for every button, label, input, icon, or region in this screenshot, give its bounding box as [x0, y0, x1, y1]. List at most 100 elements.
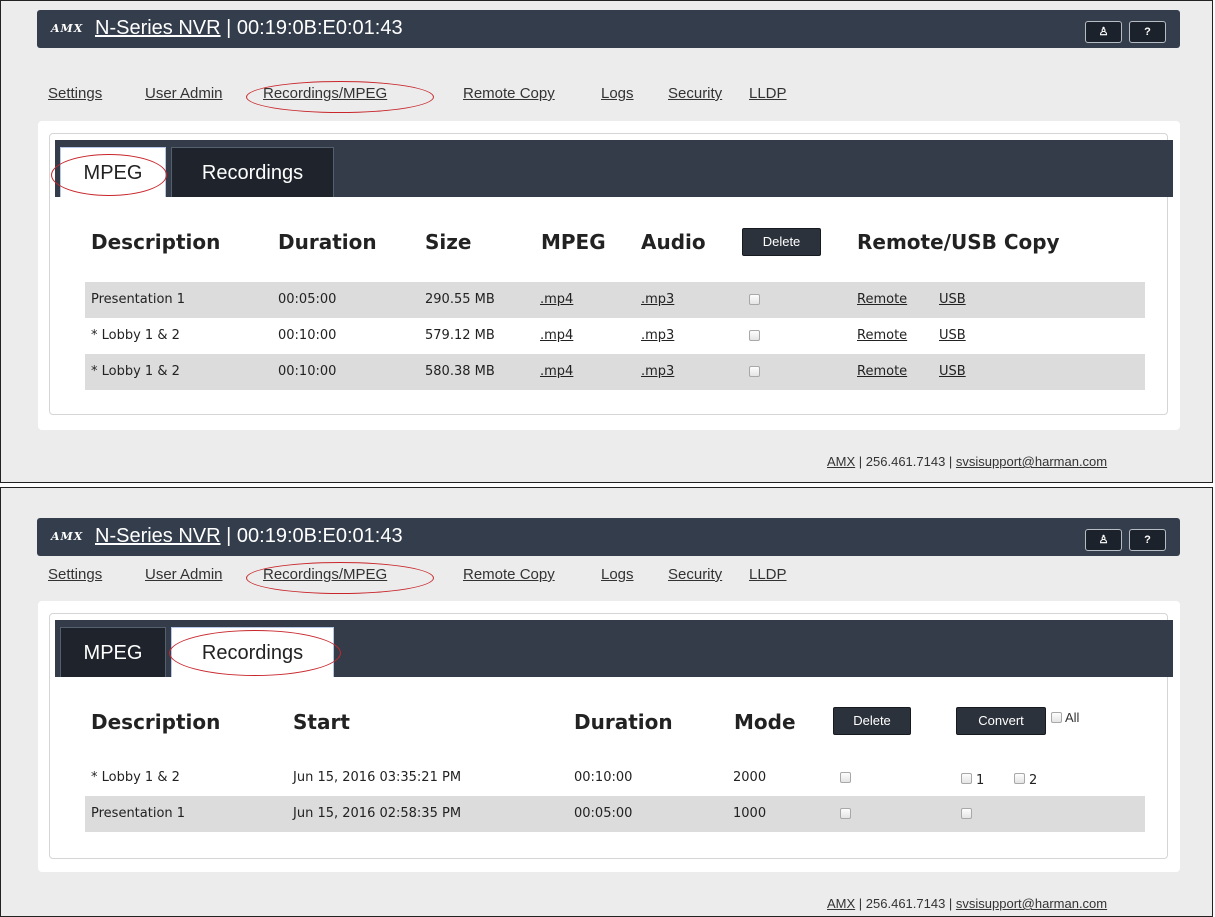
convert-checkbox[interactable] — [961, 808, 972, 819]
column-duration: Duration — [574, 710, 673, 734]
column-mpeg: MPEG — [541, 230, 606, 254]
select-all-checkbox[interactable] — [1051, 712, 1062, 723]
cell-duration: 00:10:00 — [278, 364, 337, 379]
remote-copy-link[interactable]: Remote — [857, 328, 907, 343]
remote-copy-link[interactable]: Remote — [857, 292, 907, 307]
device-name-link[interactable]: N-Series NVR — [95, 17, 221, 39]
column-start: Start — [293, 710, 350, 734]
device-name-link[interactable]: N-Series NVR — [95, 525, 221, 547]
amx-logo: AMX — [51, 530, 84, 543]
title-separator: | — [220, 525, 237, 547]
table-row: Presentation 1 Jun 15, 2016 02:58:35 PM … — [85, 796, 1145, 832]
footer-separator: | — [855, 896, 866, 911]
usb-copy-link[interactable]: USB — [939, 328, 966, 343]
nav-security[interactable]: Security — [668, 566, 722, 583]
nav-settings[interactable]: Settings — [48, 566, 102, 583]
user-button[interactable]: ♙ — [1085, 21, 1122, 43]
nav-logs[interactable]: Logs — [601, 85, 634, 102]
help-button[interactable]: ? — [1129, 529, 1166, 551]
delete-checkbox[interactable] — [840, 808, 851, 819]
help-button[interactable]: ? — [1129, 21, 1166, 43]
cell-description: Presentation 1 — [91, 806, 186, 821]
column-remote-usb-copy: Remote/USB Copy — [857, 230, 1060, 254]
footer: AMX | 256.461.7143 | svsisupport@harman.… — [827, 454, 1107, 469]
table-row: * Lobby 1 & 2 00:10:00 579.12 MB .mp4 .m… — [85, 318, 1145, 354]
column-duration: Duration — [278, 230, 377, 254]
mp3-link[interactable]: .mp3 — [641, 328, 674, 343]
delete-checkbox[interactable] — [749, 366, 760, 377]
delete-checkbox[interactable] — [749, 294, 760, 305]
footer-separator: | — [945, 896, 956, 911]
nav-lldp[interactable]: LLDP — [749, 566, 787, 583]
column-audio: Audio — [641, 230, 706, 254]
footer-amx-link[interactable]: AMX — [827, 896, 855, 911]
cell-size: 579.12 MB — [425, 328, 495, 343]
cell-description: * Lobby 1 & 2 — [91, 364, 180, 379]
page-title: N-Series NVR | 00:19:0B:E0:01:43 — [95, 525, 403, 548]
remote-copy-link[interactable]: Remote — [857, 364, 907, 379]
footer-phone: 256.461.7143 — [865, 896, 946, 911]
nav-remote-copy[interactable]: Remote Copy — [463, 85, 555, 102]
delete-checkbox[interactable] — [749, 330, 760, 341]
convert-button[interactable]: Convert — [956, 707, 1046, 735]
cell-start: Jun 15, 2016 03:35:21 PM — [293, 770, 462, 785]
mp3-link[interactable]: .mp3 — [641, 364, 674, 379]
title-separator: | — [220, 17, 237, 39]
nav-lldp[interactable]: LLDP — [749, 85, 787, 102]
tab-mpeg[interactable]: MPEG — [60, 147, 166, 197]
mp4-link[interactable]: .mp4 — [540, 364, 573, 379]
footer-separator: | — [855, 454, 866, 469]
user-button[interactable]: ♙ — [1085, 529, 1122, 551]
tab-bar: MPEG Recordings — [55, 620, 1173, 677]
mp4-link[interactable]: .mp4 — [540, 328, 573, 343]
device-id: 00:19:0B:E0:01:43 — [236, 525, 403, 547]
nav-logs[interactable]: Logs — [601, 566, 634, 583]
tab-recordings[interactable]: Recordings — [171, 627, 334, 677]
help-icon: ? — [1144, 534, 1151, 546]
stream-1-label: 1 — [976, 773, 985, 788]
cell-duration: 00:05:00 — [574, 806, 633, 821]
usb-copy-link[interactable]: USB — [939, 292, 966, 307]
delete-checkbox[interactable] — [840, 772, 851, 783]
footer: AMX | 256.461.7143 | svsisupport@harman.… — [827, 896, 1107, 911]
cell-description: * Lobby 1 & 2 — [91, 328, 180, 343]
cell-duration: 00:05:00 — [278, 292, 337, 307]
select-all-label: All — [1065, 710, 1080, 725]
convert-stream-2-checkbox[interactable] — [1014, 773, 1025, 784]
column-size: Size — [425, 230, 472, 254]
cell-description: Presentation 1 — [91, 292, 186, 307]
column-description: Description — [91, 710, 221, 734]
footer-phone: 256.461.7143 — [865, 454, 946, 469]
footer-email-link[interactable]: svsisupport@harman.com — [956, 896, 1107, 911]
cell-size: 580.38 MB — [425, 364, 495, 379]
mp3-link[interactable]: .mp3 — [641, 292, 674, 307]
cell-description: * Lobby 1 & 2 — [91, 770, 180, 785]
device-id: 00:19:0B:E0:01:43 — [236, 17, 403, 39]
footer-amx-link[interactable]: AMX — [827, 454, 855, 469]
nav-user-admin[interactable]: User Admin — [145, 85, 223, 102]
column-mode: Mode — [734, 710, 796, 734]
column-description: Description — [91, 230, 221, 254]
nav-user-admin[interactable]: User Admin — [145, 566, 223, 583]
app-header: AMX N-Series NVR | 00:19:0B:E0:01:43 ♙ ? — [37, 518, 1180, 556]
nav-settings[interactable]: Settings — [48, 85, 102, 102]
cell-mode: 2000 — [733, 770, 767, 785]
nav-recordings-mpeg[interactable]: Recordings/MPEG — [263, 85, 387, 102]
nav-remote-copy[interactable]: Remote Copy — [463, 566, 555, 583]
table-row: * Lobby 1 & 2 00:10:00 580.38 MB .mp4 .m… — [85, 354, 1145, 390]
nav-recordings-mpeg[interactable]: Recordings/MPEG — [263, 566, 387, 583]
mp4-link[interactable]: .mp4 — [540, 292, 573, 307]
convert-stream-1-checkbox[interactable] — [961, 773, 972, 784]
tab-recordings[interactable]: Recordings — [171, 147, 334, 197]
footer-email-link[interactable]: svsisupport@harman.com — [956, 454, 1107, 469]
delete-button[interactable]: Delete — [833, 707, 911, 735]
stream-2-label: 2 — [1029, 773, 1038, 788]
nav-security[interactable]: Security — [668, 85, 722, 102]
tab-mpeg[interactable]: MPEG — [60, 627, 166, 677]
delete-button[interactable]: Delete — [742, 228, 821, 256]
page-title: N-Series NVR | 00:19:0B:E0:01:43 — [95, 17, 403, 40]
tab-bar: MPEG Recordings — [55, 140, 1173, 197]
usb-copy-link[interactable]: USB — [939, 364, 966, 379]
user-icon: ♙ — [1098, 534, 1109, 546]
cell-mode: 1000 — [733, 806, 767, 821]
